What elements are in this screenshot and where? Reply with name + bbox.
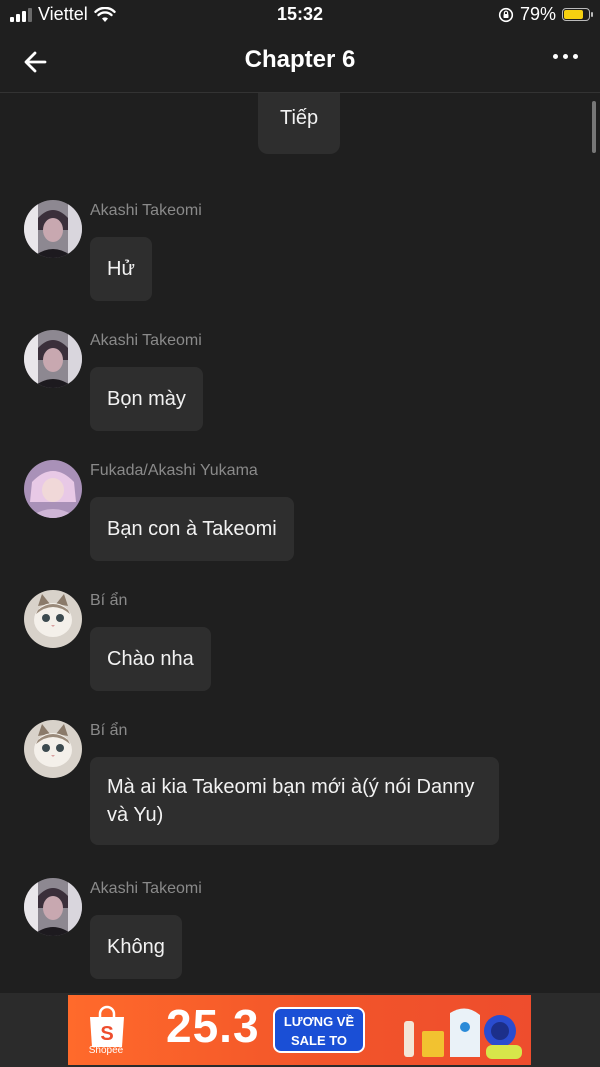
- message-bubble: Hử: [90, 237, 152, 301]
- sender-name: Akashi Takeomi: [90, 202, 202, 219]
- shopee-ad[interactable]: S Shopee 25.3 LƯƠNG VỀ SALE TO: [68, 995, 531, 1065]
- battery-level: [564, 10, 583, 19]
- ad-sale-date: 25.3: [166, 1000, 260, 1052]
- cat-avatar[interactable]: [24, 590, 82, 648]
- sender-name: Fukada/Akashi Yukama: [90, 462, 258, 479]
- sender-name: Akashi Takeomi: [90, 880, 202, 897]
- sender-name: Bí ẩn: [90, 722, 128, 739]
- shopee-brand-label: Shopee: [88, 1045, 124, 1056]
- battery-icon: [562, 8, 593, 21]
- chat-list[interactable]: Tiếp Akashi Takeomi Hử Akashi Takeomi Bọ…: [0, 93, 600, 993]
- dark-hair-character-avatar[interactable]: [24, 200, 82, 258]
- cat-avatar[interactable]: [24, 720, 82, 778]
- message-bubble: Bọn mày: [90, 367, 203, 431]
- svg-text:S: S: [100, 1023, 113, 1045]
- navigation-bar: Chapter 6: [0, 30, 600, 93]
- more-dots-icon[interactable]: [553, 54, 578, 59]
- status-right: 79%: [498, 4, 593, 25]
- battery-percent: 79%: [519, 4, 556, 24]
- ad-pill-line2: SALE TO: [290, 1033, 348, 1048]
- message-bubble: Mà ai kia Takeomi bạn mới à(ý nói Danny …: [90, 757, 499, 845]
- message-bubble: Tiếp: [258, 93, 341, 154]
- ad-products-image: [404, 1008, 522, 1059]
- dark-hair-character-avatar[interactable]: [24, 878, 82, 936]
- message-bubble: Bạn con à Takeomi: [90, 497, 294, 561]
- page-title: Chapter 6: [244, 46, 356, 73]
- pink-hair-character-avatar[interactable]: [24, 460, 82, 518]
- ad-promo-pill: LƯƠNG VỀ SALE TO: [273, 1007, 365, 1053]
- ad-banner[interactable]: S Shopee 25.3 LƯƠNG VỀ SALE TO: [0, 993, 600, 1067]
- orientation-lock-icon: [498, 7, 514, 22]
- ad-pill-line1: LƯƠNG VỀ: [283, 1014, 355, 1029]
- sender-name: Akashi Takeomi: [90, 332, 202, 349]
- message-bubble: Chào nha: [90, 627, 211, 691]
- sender-name: Bí ẩn: [90, 592, 128, 609]
- dark-hair-character-avatar[interactable]: [24, 330, 82, 388]
- shopee-bag-icon: S: [90, 1005, 124, 1047]
- scrollbar[interactable]: [592, 101, 596, 153]
- status-bar: Viettel 15:32 79%: [0, 0, 600, 30]
- message-bubble: Không: [90, 915, 182, 979]
